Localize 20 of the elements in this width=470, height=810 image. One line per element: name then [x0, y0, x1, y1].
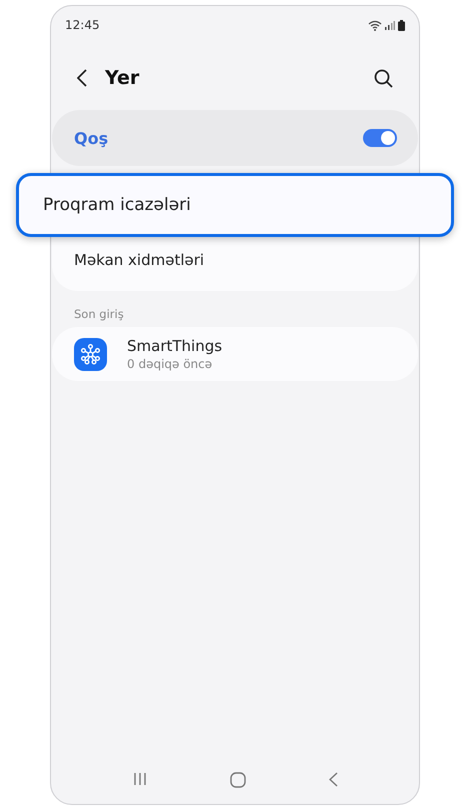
- back-icon: [77, 69, 87, 87]
- app-icon: [74, 338, 107, 370]
- back-icon: [328, 772, 338, 787]
- app-name: SmartThings: [127, 337, 222, 355]
- master-switch-row[interactable]: Qoş: [52, 110, 418, 166]
- wifi-icon: [368, 20, 382, 30]
- app-item[interactable]: SmartThings 0 dəqiqə öncə: [52, 327, 418, 381]
- signal-icon: [385, 20, 395, 30]
- status-time: 12:45: [65, 18, 100, 32]
- home-icon: [230, 772, 246, 788]
- setting-item[interactable]: Məkan xidmətləri: [52, 237, 418, 283]
- highlighted-setting-item[interactable]: Proqram icazələri: [16, 173, 454, 237]
- switch-label: Qoş: [74, 128, 108, 148]
- recents-icon: [132, 772, 146, 786]
- search-icon: [374, 68, 393, 88]
- app-last-access: 0 dəqiqə öncə: [127, 357, 214, 371]
- toggle-switch[interactable]: [363, 129, 397, 147]
- battery-icon: [398, 20, 405, 30]
- page-title: Yer: [105, 67, 140, 89]
- section-heading: Son giriş: [74, 307, 125, 321]
